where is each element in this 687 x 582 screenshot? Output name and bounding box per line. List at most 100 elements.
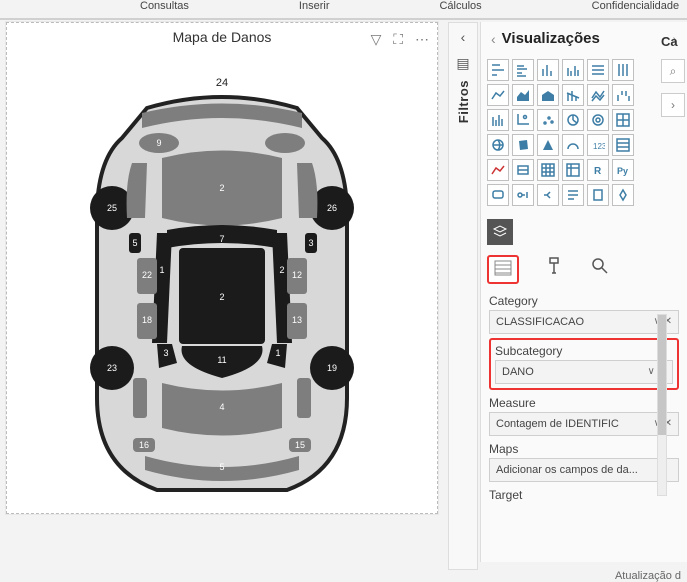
viz-qa-icon[interactable] (487, 184, 509, 206)
ribbon-tab[interactable]: Inserir (299, 0, 330, 18)
svg-text:1: 1 (159, 265, 164, 275)
well-value: DANO (502, 361, 534, 383)
viz-stacked-col-icon[interactable] (537, 59, 559, 81)
subcategory-label: Subcategory (495, 344, 673, 358)
pane-title: Visualizações (502, 30, 667, 47)
svg-text:18: 18 (142, 315, 152, 325)
focus-mode-icon[interactable]: ⛶ (393, 31, 403, 47)
well-value: CLASSIFICACAO (496, 311, 584, 333)
viz-scatter-icon[interactable] (512, 109, 534, 131)
viz-azure-map-icon[interactable] (537, 134, 559, 156)
collapse-icon[interactable]: ‹ (491, 31, 496, 47)
viz-matrix-icon[interactable] (562, 159, 584, 181)
filter-icon[interactable]: ▽ (371, 31, 382, 47)
search-icon[interactable]: ⌕ (661, 59, 685, 83)
viz-key-influencers-icon[interactable] (512, 184, 534, 206)
report-canvas[interactable]: Mapa de Danos ▽ ⛶ ⋯ 24 .pd{fill:#7e7e7e}… (6, 22, 438, 514)
viz-kpi-icon[interactable] (487, 159, 509, 181)
svg-text:5: 5 (219, 462, 224, 472)
filters-label[interactable]: Filtros (456, 80, 471, 123)
viz-stacked-bar-icon[interactable] (487, 59, 509, 81)
viz-line-col-icon[interactable] (562, 84, 584, 106)
target-label: Target (489, 488, 679, 502)
subcategory-well[interactable]: DANO∨ ✕ (495, 360, 673, 384)
viz-r-icon[interactable]: R (587, 159, 609, 181)
maps-well[interactable]: Adicionar os campos de da... (489, 458, 679, 482)
viz-card-icon[interactable]: 123 (587, 134, 609, 156)
viz-clustered-bar-icon[interactable] (512, 59, 534, 81)
svg-text:12: 12 (292, 270, 302, 280)
viz-table-icon[interactable] (537, 159, 559, 181)
car-damage-map[interactable]: .pd{fill:#7e7e7e}.pk{fill:#1b1b1b}.lt{fi… (87, 88, 357, 508)
svg-text:Py: Py (617, 166, 628, 176)
viz-gallery: 123 R Py (481, 55, 687, 213)
measure-well[interactable]: Contagem de IDENTIFIC∨ ✕ (489, 412, 679, 436)
category-well[interactable]: CLASSIFICACAO∨ ✕ (489, 310, 679, 334)
well-placeholder: Adicionar os campos de da... (496, 459, 638, 481)
viz-slicer-icon[interactable] (512, 159, 534, 181)
svg-text:1: 1 (275, 348, 280, 358)
viz-gauge-icon[interactable] (562, 134, 584, 156)
expand-icon[interactable]: › (661, 93, 685, 117)
viz-decomp-icon[interactable] (537, 184, 559, 206)
viz-funnel-icon[interactable] (487, 109, 509, 131)
svg-text:26: 26 (327, 203, 337, 213)
svg-text:11: 11 (217, 355, 226, 365)
scrollbar[interactable] (657, 314, 667, 496)
viz-area-icon[interactable] (512, 84, 534, 106)
viz-stacked-area-icon[interactable] (537, 84, 559, 106)
svg-text:16: 16 (139, 440, 149, 450)
viz-pie-icon[interactable] (562, 109, 584, 131)
analytics-tab-icon[interactable] (589, 255, 611, 277)
fields-pane-cut: Ca ⌕ › (661, 34, 687, 127)
viz-multicard-icon[interactable] (612, 134, 634, 156)
format-tabs (481, 245, 687, 286)
svg-text:15: 15 (295, 440, 305, 450)
viz-bubble-icon[interactable] (537, 109, 559, 131)
svg-text:22: 22 (142, 270, 152, 280)
viz-donut-icon[interactable] (587, 109, 609, 131)
svg-text:13: 13 (292, 315, 302, 325)
collapse-icon[interactable]: ‹ (461, 29, 466, 45)
svg-text:3: 3 (163, 348, 168, 358)
viz-100-bar-icon[interactable] (587, 59, 609, 81)
viz-line-icon[interactable] (487, 84, 509, 106)
viz-ribbon-icon[interactable] (587, 84, 609, 106)
measure-label: Measure (489, 396, 679, 410)
viz-filled-map-icon[interactable] (512, 134, 534, 156)
svg-text:123: 123 (593, 142, 605, 151)
viz-python-icon[interactable]: Py (612, 159, 634, 181)
viz-clustered-col-icon[interactable] (562, 59, 584, 81)
svg-text:25: 25 (107, 203, 117, 213)
scrollbar-thumb[interactable] (658, 315, 666, 435)
ribbon-tab[interactable]: Cálculos (439, 0, 481, 18)
viz-waterfall-icon[interactable] (612, 84, 634, 106)
ribbon-tabs: Consultas Inserir Cálculos Confidenciali… (0, 0, 687, 20)
viz-paginated-icon[interactable] (587, 184, 609, 206)
ribbon-tab[interactable]: Confidencialidade (592, 0, 679, 18)
viz-narrative-icon[interactable] (562, 184, 584, 206)
layers-button[interactable] (487, 219, 513, 245)
viz-treemap-icon[interactable] (612, 109, 634, 131)
fields-tab[interactable] (487, 255, 519, 284)
statusbar-text: Atualização d (615, 570, 681, 582)
more-options-icon[interactable]: ⋯ (415, 31, 429, 47)
format-tab-icon[interactable] (543, 255, 565, 277)
viz-map-icon[interactable] (487, 134, 509, 156)
svg-text:2: 2 (279, 265, 284, 275)
maps-label: Maps (489, 442, 679, 456)
svg-text:5: 5 (132, 238, 137, 248)
viz-custom-icon[interactable] (612, 184, 634, 206)
ribbon-tab[interactable]: Consultas (140, 0, 189, 18)
svg-text:2: 2 (219, 292, 224, 302)
filters-pane-collapsed: ‹ ▤ Filtros (448, 22, 478, 570)
svg-text:7: 7 (219, 234, 224, 244)
svg-text:3: 3 (308, 238, 313, 248)
bookmark-icon[interactable]: ▤ (456, 55, 469, 72)
svg-text:4: 4 (219, 402, 224, 412)
viz-100-col-icon[interactable] (612, 59, 634, 81)
well-value: Contagem de IDENTIFIC (496, 413, 619, 435)
svg-text:9: 9 (156, 138, 161, 148)
svg-text:23: 23 (107, 363, 117, 373)
svg-text:19: 19 (327, 363, 337, 373)
